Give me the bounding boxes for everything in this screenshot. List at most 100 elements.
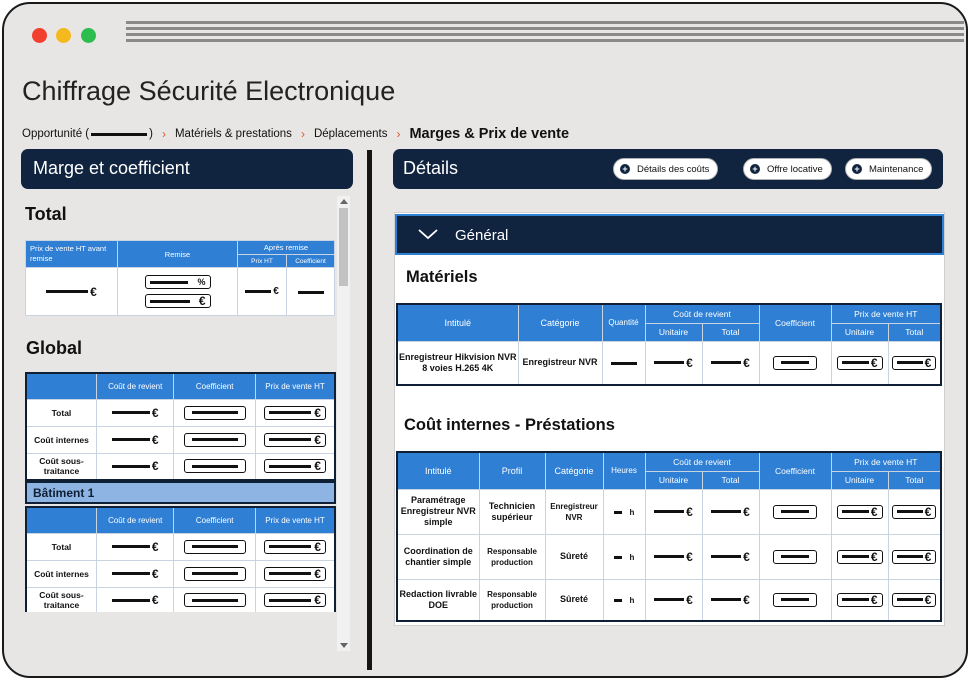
hour-unit: h [629,552,635,562]
global-table: Coût de revient Coefficient Prix de vent… [25,372,336,481]
header-coefficient: Coefficient [758,303,832,342]
header-prix-vente: Prix de vente HT [830,451,942,472]
page-title: Chiffrage Sécurité Electronique [22,76,396,106]
header-total: Total [887,470,942,490]
breadcrumb-materiels[interactable]: Matériels & prestations [175,128,292,140]
euro-symbol: € [151,459,159,474]
price-input[interactable]: € [263,459,326,474]
row-label: Coût internes [25,425,97,454]
coefficient-input[interactable] [773,592,817,607]
total-price-input[interactable]: € [892,355,937,370]
quantite-value [601,340,646,386]
panel-divider[interactable] [367,150,372,670]
prestation-intitule: Paramétrage Enregistreur NVR simple [396,488,480,535]
header-profil: Profil [478,451,546,490]
building-section-title[interactable]: Bâtiment 1 [25,481,336,504]
coefficient-input[interactable] [183,593,246,608]
price-input[interactable]: € [263,566,326,581]
total-price-input[interactable]: € [892,592,937,607]
price-input[interactable]: € [263,432,326,447]
global-section-title: Global [26,338,83,358]
left-panel-scroll-area[interactable]: Total Prix de vente HT avant remise Remi… [21,196,351,612]
total-price-input[interactable]: € [892,549,937,564]
coefficient-input[interactable] [183,539,246,554]
total-cost-value: € [701,533,760,580]
unit-price-input[interactable]: € [836,355,883,370]
left-panel-scrollbar[interactable] [337,196,350,651]
prestation-intitule: Redaction livrable DOE [396,578,480,622]
price-input-cell: € [254,425,336,454]
details-title: Détails [403,158,459,178]
details-couts-button[interactable]: + Détails des coûts [613,158,719,180]
row-label: Total [25,532,97,561]
scrollbar-thumb[interactable] [339,208,348,286]
unit-cost-value: € [644,578,703,622]
breadcrumb-opportunite-prefix: Opportunité ( [22,128,90,140]
hour-unit: h [629,507,635,517]
euro-symbol: € [686,592,693,607]
euro-symbol: € [743,504,750,519]
euro-symbol: € [686,504,693,519]
coefficient-input-cell [758,340,832,386]
maximize-window-icon[interactable] [81,28,96,43]
euro-symbol: € [314,459,321,474]
unit-price-input[interactable]: € [836,549,883,564]
minimize-window-icon[interactable] [56,28,71,43]
offre-locative-button[interactable]: + Offre locative [743,158,832,180]
table-row: Redaction livrable DOE Responsable produ… [396,578,942,622]
coefficient-input-cell [173,452,256,481]
euro-symbol: € [198,294,206,308]
header-prix-vente: Prix de vente HT [254,506,336,534]
materiel-categorie: Enregistreur NVR [517,340,603,386]
maintenance-button[interactable]: + Maintenance [845,158,933,180]
euro-symbol: € [870,355,878,370]
header-empty [25,506,97,534]
price-input-cell: € [254,586,336,612]
header-categorie: Catégorie [517,303,603,342]
euro-symbol: € [314,593,321,608]
breadcrumb-opportunite[interactable]: Opportunité ( ) [22,128,153,140]
price-input-cell: € [254,559,336,588]
plus-circle-icon: + [750,164,760,174]
remise-percent-input[interactable]: % [144,275,211,289]
close-window-icon[interactable] [32,28,47,43]
prestation-categorie: Sûreté [544,533,604,580]
euro-symbol: € [314,539,321,554]
price-input[interactable]: € [263,539,326,554]
scroll-down-icon[interactable] [340,643,348,648]
euro-symbol: € [870,549,878,564]
total-price-input[interactable]: € [892,504,937,519]
heures-value: h [602,488,646,535]
cost-value: € [95,586,175,612]
general-accordion-header[interactable]: Général [395,214,944,255]
header-prix-ht: Prix HT [237,254,287,268]
unit-price-input-cell: € [830,340,889,386]
header-cout-revient: Coût de revient [95,506,175,534]
coefficient-input[interactable] [773,549,817,564]
materiels-title: Matériels [406,268,478,286]
coefficient-input[interactable] [183,566,246,581]
header-unitaire: Unitaire [830,470,889,490]
price-input[interactable]: € [263,593,326,608]
header-total: Total [701,470,760,490]
price-input[interactable]: € [263,405,326,420]
breadcrumb-marges[interactable]: Marges & Prix de vente [409,126,569,142]
coefficient-input[interactable] [183,459,246,474]
breadcrumb-deplacements[interactable]: Déplacements [314,128,388,140]
unit-price-input[interactable]: € [836,592,883,607]
total-price-input-cell: € [887,340,942,386]
prestation-profil: Technicien supérieur [478,488,546,535]
prestations-table: Intitulé Profil Catégorie Heures Coût de… [396,451,942,622]
header-quantite: Quantité [601,303,646,342]
coefficient-input[interactable] [773,355,817,370]
coefficient-input[interactable] [183,432,246,447]
coefficient-input[interactable] [183,405,246,420]
unit-price-input[interactable]: € [836,504,883,519]
row-label: Coût internes [25,559,97,588]
remise-euro-input[interactable]: € [144,294,211,308]
euro-symbol: € [314,405,321,420]
row-label: Coût sous-traitance [25,452,97,481]
euro-symbol: € [151,593,159,608]
coefficient-input[interactable] [773,504,817,519]
scroll-up-icon[interactable] [340,199,348,204]
